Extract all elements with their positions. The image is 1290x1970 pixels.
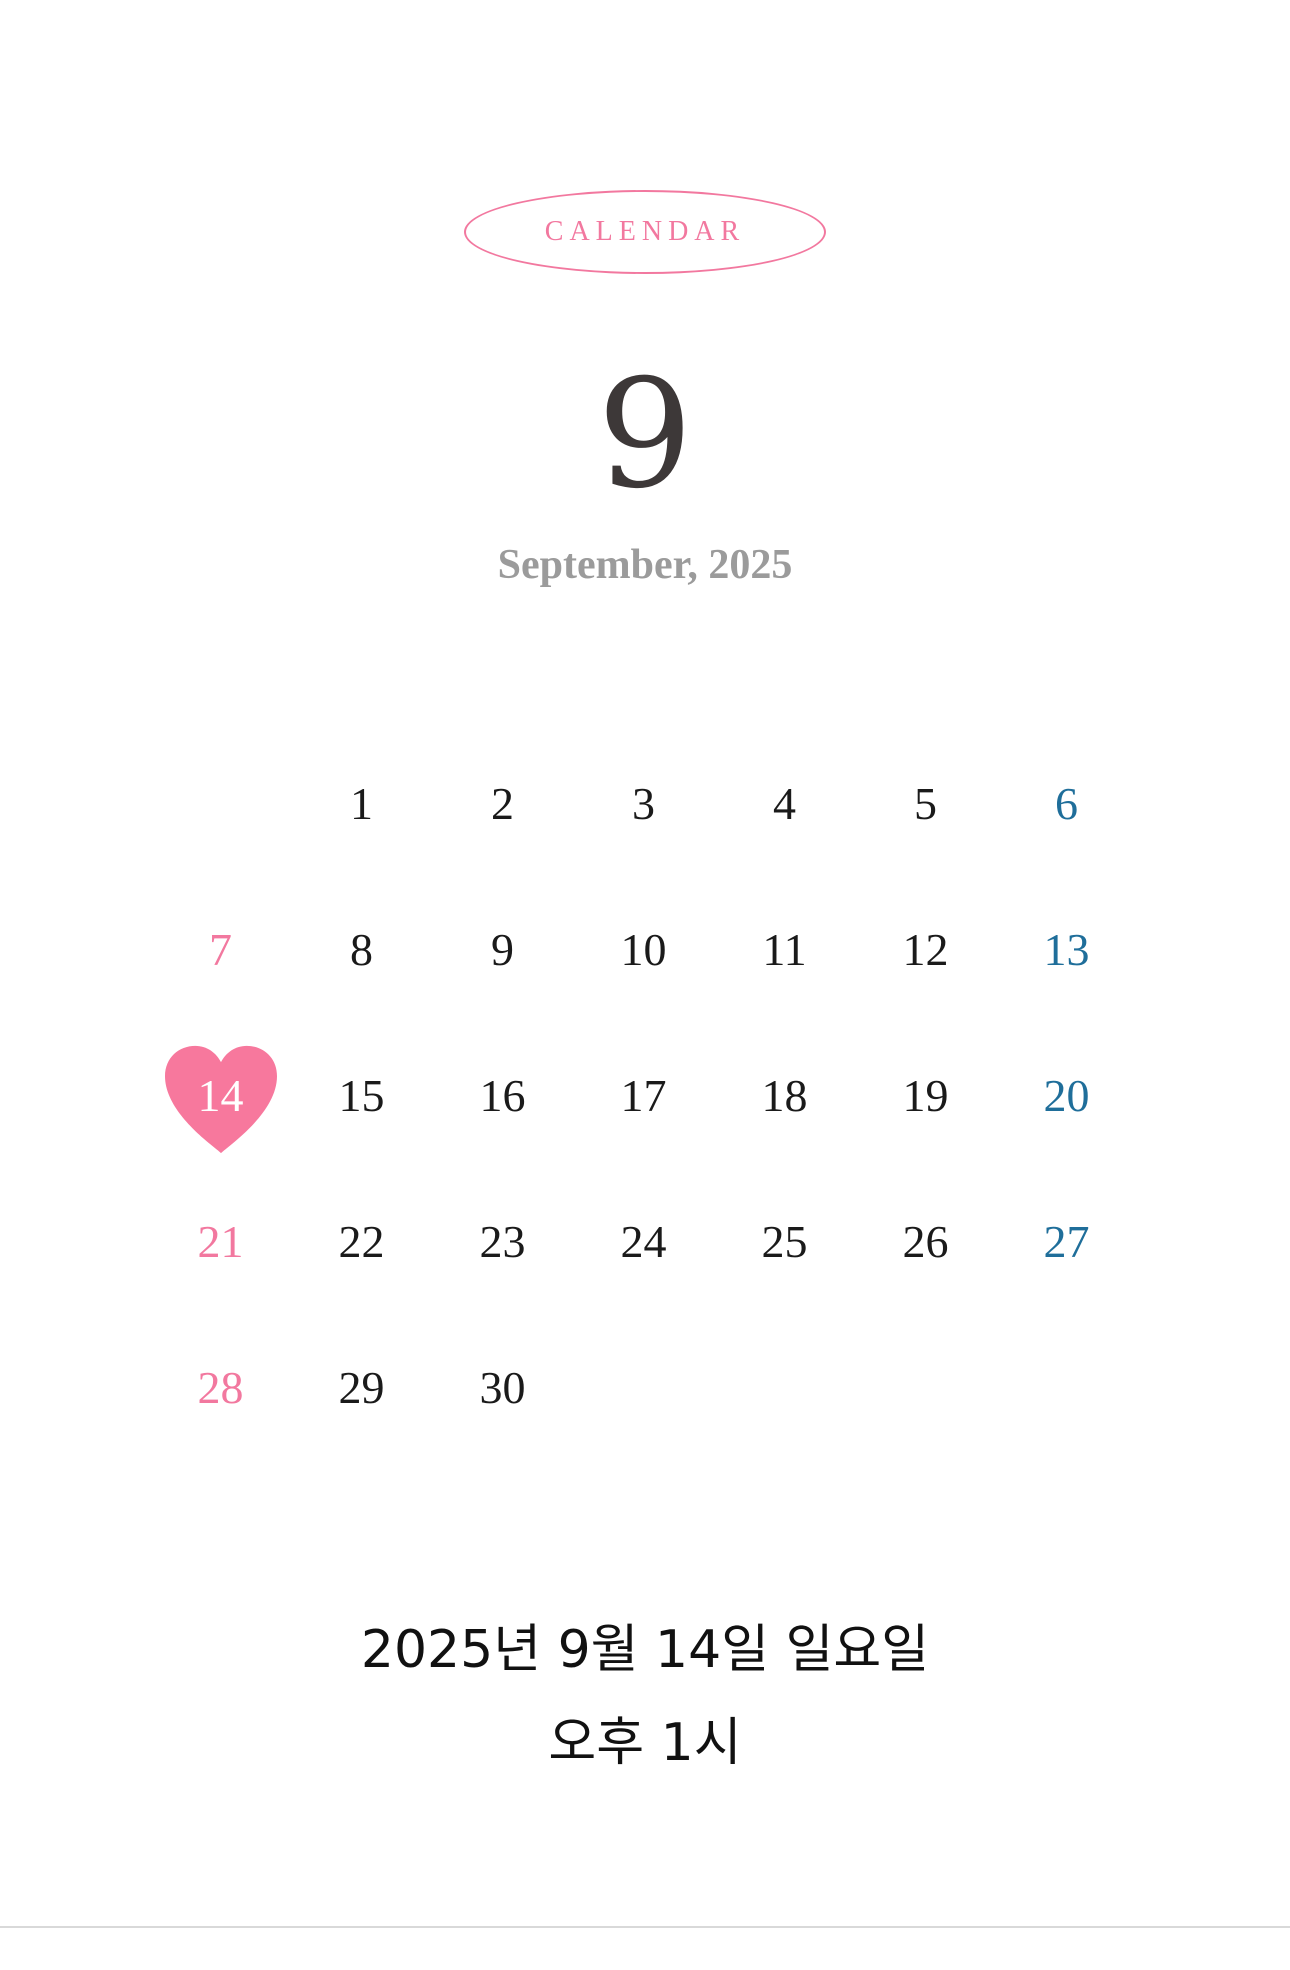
calendar-day-number: 20 xyxy=(1043,1069,1090,1121)
calendar-day-20[interactable]: 20 xyxy=(996,1022,1137,1168)
calendar-day-10[interactable]: 10 xyxy=(573,876,714,1022)
calendar-day-14[interactable]: 14 xyxy=(150,1022,291,1168)
month-number: 9 xyxy=(597,348,693,522)
calendar-day-4[interactable]: 4 xyxy=(714,730,855,876)
event-date: 2025년 9월 14일 일요일 xyxy=(360,1620,930,1680)
calendar-day-27[interactable]: 27 xyxy=(996,1168,1137,1314)
calendar-day-number: 12 xyxy=(902,923,949,975)
month-year-label: September, 2025 xyxy=(497,542,793,588)
calendar-grid: 1 2 3 4 5 6 7 8 9 10 11 12 13 14 15 16 17 18 19 20 21 22 23 24 2… xyxy=(150,730,1135,1460)
calendar-day-number: 27 xyxy=(1043,1215,1090,1267)
calendar-day-number: 29 xyxy=(338,1361,385,1413)
bottom-divider xyxy=(0,1926,1290,1928)
calendar-day-28[interactable]: 28 xyxy=(150,1314,291,1460)
calendar-day-empty xyxy=(996,1314,1137,1460)
calendar-day-24[interactable]: 24 xyxy=(573,1168,714,1314)
calendar-day-number: 4 xyxy=(773,777,796,829)
calendar-page: CALENDAR 9 September, 2025 1 2 3 4 5 6 7 8 9 10 11… xyxy=(0,0,1290,1970)
calendar-day-19[interactable]: 19 xyxy=(855,1022,996,1168)
calendar-day-number: 5 xyxy=(914,777,937,829)
calendar-day-number: 24 xyxy=(620,1215,667,1267)
calendar-day-number: 30 xyxy=(479,1361,526,1413)
calendar-day-8[interactable]: 8 xyxy=(291,876,432,1022)
calendar-day-23[interactable]: 23 xyxy=(432,1168,573,1314)
calendar-day-number: 13 xyxy=(1043,923,1090,975)
calendar-day-empty xyxy=(714,1314,855,1460)
calendar-day-number: 19 xyxy=(902,1069,949,1121)
calendar-day-number: 8 xyxy=(350,923,373,975)
calendar-day-number: 2 xyxy=(491,777,514,829)
calendar-day-17[interactable]: 17 xyxy=(573,1022,714,1168)
event-time: 오후 1시 xyxy=(548,1713,742,1773)
calendar-day-11[interactable]: 11 xyxy=(714,876,855,1022)
calendar-day-21[interactable]: 21 xyxy=(150,1168,291,1314)
calendar-day-number: 3 xyxy=(632,777,655,829)
calendar-day-18[interactable]: 18 xyxy=(714,1022,855,1168)
calendar-day-16[interactable]: 16 xyxy=(432,1022,573,1168)
calendar-day-number: 6 xyxy=(1055,777,1078,829)
calendar-day-number: 15 xyxy=(338,1069,385,1121)
calendar-day-29[interactable]: 29 xyxy=(291,1314,432,1460)
calendar-day-5[interactable]: 5 xyxy=(855,730,996,876)
calendar-day-3[interactable]: 3 xyxy=(573,730,714,876)
calendar-day-7[interactable]: 7 xyxy=(150,876,291,1022)
calendar-day-number: 23 xyxy=(479,1215,526,1267)
calendar-day-2[interactable]: 2 xyxy=(432,730,573,876)
calendar-day-number: 14 xyxy=(197,1069,244,1121)
calendar-day-empty xyxy=(150,730,291,876)
calendar-day-number: 18 xyxy=(761,1069,808,1121)
calendar-day-9[interactable]: 9 xyxy=(432,876,573,1022)
calendar-day-22[interactable]: 22 xyxy=(291,1168,432,1314)
calendar-day-30[interactable]: 30 xyxy=(432,1314,573,1460)
calendar-day-number: 21 xyxy=(197,1215,244,1267)
calendar-day-15[interactable]: 15 xyxy=(291,1022,432,1168)
calendar-day-number: 17 xyxy=(620,1069,667,1121)
calendar-day-number: 28 xyxy=(197,1361,244,1413)
calendar-day-number: 25 xyxy=(761,1215,808,1267)
calendar-day-1[interactable]: 1 xyxy=(291,730,432,876)
calendar-day-6[interactable]: 6 xyxy=(996,730,1137,876)
calendar-day-13[interactable]: 13 xyxy=(996,876,1137,1022)
calendar-day-empty xyxy=(855,1314,996,1460)
calendar-day-25[interactable]: 25 xyxy=(714,1168,855,1314)
calendar-day-number: 26 xyxy=(902,1215,949,1267)
calendar-day-number: 1 xyxy=(350,777,373,829)
calendar-badge-label: CALENDAR xyxy=(544,216,746,247)
calendar-day-12[interactable]: 12 xyxy=(855,876,996,1022)
calendar-day-number: 11 xyxy=(762,923,807,975)
calendar-day-number: 22 xyxy=(338,1215,385,1267)
calendar-day-number: 10 xyxy=(620,923,667,975)
calendar-day-empty xyxy=(573,1314,714,1460)
calendar-badge: CALENDAR xyxy=(464,190,826,274)
calendar-day-number: 9 xyxy=(491,923,514,975)
calendar-day-26[interactable]: 26 xyxy=(855,1168,996,1314)
calendar-day-number: 16 xyxy=(479,1069,526,1121)
calendar-day-number: 7 xyxy=(209,923,232,975)
